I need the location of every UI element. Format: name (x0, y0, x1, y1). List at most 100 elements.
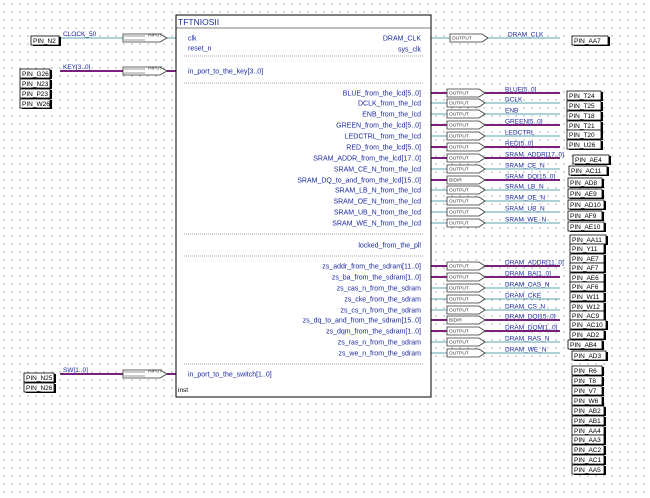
pin-tag-label: PIN_AE9 (570, 191, 597, 198)
block-port-right: locked_from_the_pll (358, 243, 421, 250)
schematic-canvas[interactable]: TFTNIOSII inst clk reset_n in_port_to_the_ke… (0, 0, 650, 498)
block-port-right: zs_dq_to_and_from_the_sdram[15..0] (303, 318, 421, 325)
pin-tag-label: PIN_AA7 (574, 38, 601, 45)
pin-tag-label: PIN_W26 (22, 101, 50, 108)
output-name-label: SRAM_DQ[15..0] (505, 174, 555, 181)
block-port-right: zs_ras_n_from_the_sdram (338, 340, 421, 347)
output-name-label: SRAM_LB_N (505, 184, 544, 191)
output-name-label: SRAM_WE_N (505, 217, 546, 224)
block-port-right: zs_cas_n_from_the_sdram (337, 286, 422, 293)
output-name-label: DRAM_CAS_N (505, 282, 550, 289)
pin-tag-label: PIN_AD3 (574, 353, 601, 360)
pin-tag-label: PIN_N26 (26, 385, 53, 392)
pin-tag-label: PIN_AB1 (574, 418, 601, 425)
pin-tag-label: PIN_N23 (22, 81, 49, 88)
output-name-label: SRAM_UB_N (505, 206, 545, 213)
pin-tag-label: PIN_AF7 (572, 265, 599, 272)
output-type-label: OUTPUT (449, 286, 469, 292)
block-port-right: GREEN_from_the_lcd[5..0] (336, 123, 421, 130)
block-port-right: zs_dqm_from_the_sdram[1..0] (326, 329, 421, 336)
pin-tag-label: PIN_AE4 (575, 157, 602, 164)
pin-tag-label: PIN_AA5 (574, 467, 601, 474)
pin-tag-label: PIN_AD2 (572, 332, 599, 339)
output-type-label: OUTPUT (449, 308, 469, 314)
block-port-right: zs_cs_n_from_the_sdram (340, 308, 421, 315)
pin-tag-label: PIN_W6 (574, 398, 599, 405)
output-name-label: GREEN[5..0] (505, 119, 543, 126)
pin-tag-label: PIN_AE7 (572, 256, 599, 263)
pin-tag-label: PIN_AA11 (572, 237, 602, 244)
output-type-label: OUTPUT (449, 340, 469, 346)
pin-tag-label: PIN_N2 (33, 38, 56, 45)
block-port-right: SRAM_UB_N_from_the_lcd (334, 210, 421, 217)
output-type-label: OUTPUT (449, 167, 469, 173)
pin-tag-label: PIN_AD8 (570, 180, 597, 187)
input-type-label: INPUT (148, 33, 162, 39)
input-type-label: INPUT (148, 369, 162, 375)
input-name-label: SW[1..0] (63, 367, 88, 374)
pin-tag-label: PIN_T8 (574, 378, 596, 385)
output-name-label: SRAM_OE_N (505, 195, 545, 202)
output-type-label: OUTPUT (449, 134, 469, 140)
component-layer[interactable]: TFTNIOSII inst clk reset_n in_port_to_the_ke… (0, 0, 650, 498)
output-type-label: BIDIR (449, 178, 462, 184)
output-name-label: DCLK (505, 97, 523, 104)
pin-tag-label: PIN_T20 (569, 132, 595, 139)
input-name-label: KEY[3..0] (63, 64, 91, 71)
output-type-label: OUTPUT (449, 329, 469, 335)
pin-tag-label: PIN_T21 (569, 123, 595, 130)
output-type-label: OUTPUT (449, 91, 469, 97)
pin-tag-label: PIN_AE10 (570, 224, 601, 231)
block-port-right: LEDCTRL_from_the_lcd (345, 134, 421, 141)
block-port-right: DRAM_CLK (383, 36, 421, 43)
output-name-label: DRAM_WE_N (505, 347, 547, 354)
output-name-label: DRAM_DQM[1..0] (505, 325, 558, 332)
block-port-right: RED_from_the_lcd[5..0] (346, 145, 421, 152)
pin-tag-label: PIN_N25 (26, 375, 53, 382)
pin-tag-label: PIN_Y11 (572, 246, 598, 253)
block-port-right: SRAM_ADDR_from_the_lcd[17..0] (313, 156, 421, 163)
pin-tag-label: PIN_T18 (569, 113, 595, 120)
block-port-right: SRAM_CE_N_from_the_lcd (334, 167, 421, 174)
pin-tag-label: PIN_AA3 (574, 437, 601, 444)
pin-tag-label: PIN_T25 (569, 103, 595, 110)
pin-tag-label: PIN_AC11 (571, 168, 602, 175)
output-name-label: DRAM_RAS_N (505, 336, 550, 343)
pin-tag-label: PIN_AC10 (572, 322, 603, 329)
block-port-right: SRAM_LB_N_from_the_lcd (335, 188, 421, 195)
block-port-right: zs_cke_from_the_sdram (344, 297, 421, 304)
input-type-label: INPUT (148, 66, 162, 72)
pin-tag-label: PIN_P23 (22, 91, 48, 98)
input-name-label: CLOCK_50 (63, 31, 97, 38)
pin-tag-label: PIN_AF6 (572, 284, 599, 291)
pin-tag-label: PIN_AB2 (574, 408, 601, 415)
output-type-label: OUTPUT (449, 156, 469, 162)
pin-tag-label: PIN_W12 (572, 304, 600, 311)
block-port-left: in_port_to_the_key[3..0] (188, 69, 263, 76)
output-type-label: OUTPUT (449, 123, 469, 129)
pin-tag-label: PIN_AC2 (574, 447, 601, 454)
pin-tag-label: PIN_G26 (22, 71, 49, 78)
block-port-right: BLUE_from_the_lcd[5..0] (343, 91, 421, 98)
output-type-label: OUTPUT (449, 101, 469, 107)
pin-tag-label: PIN_R6 (574, 368, 597, 375)
output-type-label: OUTPUT (449, 221, 469, 227)
pin-tag-label: PIN_W11 (572, 294, 600, 301)
block-port-right: SRAM_DQ_to_and_from_the_lcd[15..0] (297, 178, 421, 185)
output-type-label: OUTPUT (452, 36, 472, 42)
output-type-label: OUTPUT (449, 199, 469, 205)
output-type-label: OUTPUT (449, 188, 469, 194)
output-name-label: RED[5..0] (505, 141, 533, 148)
block-port-left: in_port_to_the_switch[1..0] (188, 372, 272, 379)
output-name-label: DRAM_CLK (508, 32, 544, 39)
pin-tag-label: PIN_AC9 (572, 313, 599, 320)
output-type-label: OUTPUT (449, 351, 469, 357)
pin-tag-label: PIN_AD10 (570, 202, 601, 209)
output-name-label: LEDCTRL (505, 130, 535, 137)
block-port-right: zs_ba_from_the_sdram[1..0] (332, 275, 421, 282)
output-name-label: DRAM_DQ[15..0] (505, 314, 556, 321)
block-inst-label: inst (178, 387, 188, 394)
block-port-right: zs_we_n_from_the_sdram (339, 351, 422, 358)
block-port-right: DCLK_from_the_lcd (358, 101, 421, 108)
output-name-label: DRAM_CKE (505, 293, 542, 300)
